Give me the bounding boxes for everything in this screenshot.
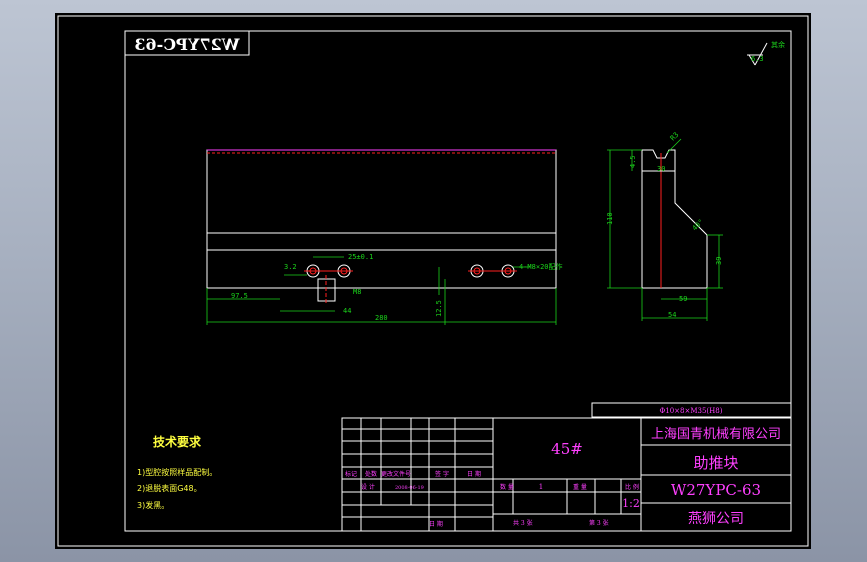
weight-label: 重 量 bbox=[573, 483, 587, 491]
dim-39: 39 bbox=[715, 257, 723, 265]
roughness-value: 6.3 bbox=[751, 55, 764, 63]
dim-holes: 4-M8×20配作 bbox=[519, 262, 563, 271]
tech-req-item: 2)退脱表面G48。 bbox=[137, 483, 202, 493]
tech-req-item: 1)型腔按照样品配制。 bbox=[137, 467, 217, 477]
row-date: 日 期 bbox=[429, 520, 443, 528]
col-label: 处数 bbox=[365, 470, 377, 478]
cad-drawing: W27YPC-63 6.3 其余 25±0.1 3.2 4-M8×20配作 97… bbox=[57, 15, 809, 547]
dim-25: 25±0.1 bbox=[348, 253, 373, 261]
sub-company: 燕狮公司 bbox=[688, 511, 744, 527]
side-view: 110 4.5 R3 30 40° 39 59 54 bbox=[606, 131, 723, 321]
dim-40deg: 40° bbox=[691, 218, 706, 233]
front-view: 25±0.1 3.2 4-M8×20配作 97.5 44 M8 12.5 280 bbox=[206, 149, 563, 325]
company-name: 上海国青机械有限公司 bbox=[651, 427, 781, 442]
tech-requirements: 技术要求 1)型腔按照样品配制。 2)退脱表面G48。 3)发黑。 bbox=[137, 434, 217, 510]
dim-30: 30 bbox=[657, 165, 665, 173]
qty-value: 1 bbox=[539, 483, 543, 491]
drawing-code-mirrored: W27YPC-63 bbox=[134, 35, 240, 54]
dim-m8: M8 bbox=[353, 288, 361, 296]
dim-54: 54 bbox=[668, 311, 676, 319]
scale: 1:2 bbox=[622, 497, 640, 510]
dim-110: 110 bbox=[606, 212, 614, 225]
tech-req-title: 技术要求 bbox=[153, 434, 202, 449]
qty-label: 数 量 bbox=[500, 483, 514, 491]
material: 45# bbox=[551, 440, 583, 458]
front-holes bbox=[304, 264, 517, 278]
dim-3-2: 3.2 bbox=[284, 263, 297, 271]
col-label: 更改文件号 bbox=[381, 470, 411, 478]
row-design: 设 计 bbox=[361, 483, 375, 491]
col-label: 标记 bbox=[345, 470, 357, 478]
stamp: 2008-06-19 bbox=[395, 485, 424, 491]
title-block: Φ10×8×M35(H8) 标记 处数 更改文件号 签 字 日 期 设 计 20… bbox=[341, 402, 792, 532]
inner-border bbox=[124, 30, 792, 532]
tech-req-item: 3)发黑。 bbox=[137, 500, 169, 510]
dim-280: 280 bbox=[375, 314, 388, 322]
ratio-label: 比 例 bbox=[625, 483, 639, 491]
col-label: 日 期 bbox=[467, 470, 481, 478]
dim-12-5: 12.5 bbox=[435, 300, 443, 317]
title-note: Φ10×8×M35(H8) bbox=[660, 407, 723, 415]
dim-4-5: 4.5 bbox=[629, 155, 637, 168]
dim-r: R3 bbox=[669, 131, 681, 143]
roughness-symbol: 6.3 其余 bbox=[747, 40, 785, 66]
dim-97-5: 97.5 bbox=[231, 292, 248, 300]
drawing-canvas: W27YPC-63 6.3 其余 25±0.1 3.2 4-M8×20配作 97… bbox=[55, 13, 811, 549]
roughness-note: 其余 bbox=[771, 40, 785, 49]
dim-44: 44 bbox=[343, 307, 351, 315]
sheet-label: 第 3 张 bbox=[589, 519, 609, 527]
part-code: W27YPC-63 bbox=[671, 481, 761, 499]
dim-59: 59 bbox=[679, 295, 687, 303]
col-label: 签 字 bbox=[435, 470, 449, 478]
sheets-label: 共 3 张 bbox=[513, 519, 533, 527]
part-name: 助推块 bbox=[693, 454, 738, 472]
